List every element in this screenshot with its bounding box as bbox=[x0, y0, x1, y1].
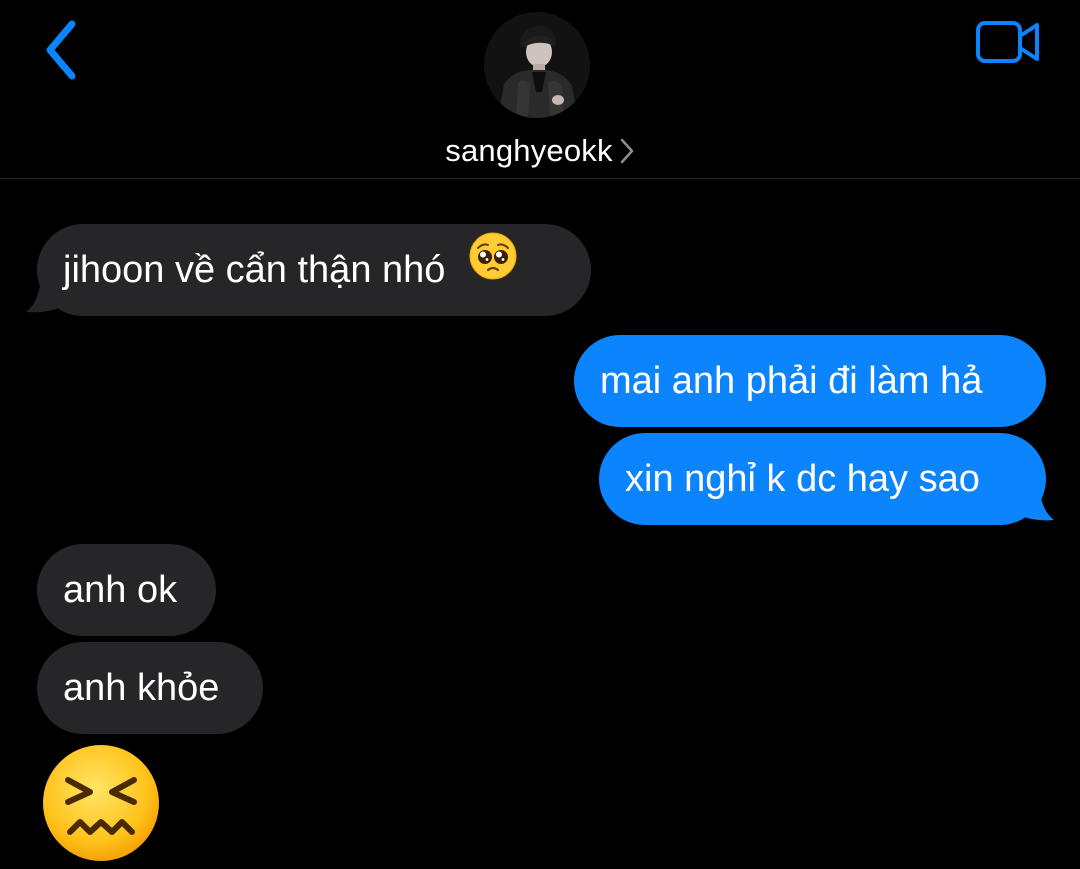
message-bubble-incoming[interactable]: anh ok bbox=[37, 544, 216, 636]
contact-name: sanghyeokk bbox=[445, 133, 613, 168]
video-camera-icon bbox=[976, 21, 1039, 63]
profile-photo bbox=[484, 12, 590, 118]
message-text: jihoon về cẩn thận nhó bbox=[63, 249, 446, 291]
message-bubble-outgoing[interactable]: xin nghỉ k dc hay sao bbox=[599, 433, 1046, 525]
chevron-right-icon bbox=[619, 137, 635, 165]
back-button[interactable] bbox=[30, 14, 90, 86]
message-bubble-outgoing[interactable]: mai anh phải đi làm hả bbox=[574, 335, 1046, 427]
video-call-button[interactable] bbox=[968, 14, 1048, 70]
message-bubble-incoming[interactable]: anh khỏe bbox=[37, 642, 263, 734]
chat-header: sanghyeokk bbox=[0, 0, 1080, 179]
message-text: xin nghỉ k dc hay sao bbox=[625, 458, 980, 500]
message-text: anh ok bbox=[63, 569, 178, 611]
message-text: anh khỏe bbox=[63, 667, 220, 709]
contact-name-button[interactable]: sanghyeokk bbox=[0, 128, 1080, 174]
chevron-left-icon bbox=[46, 20, 76, 80]
message-text: mai anh phải đi làm hả bbox=[600, 360, 983, 402]
message-bubble-incoming[interactable]: jihoon về cẩn thận nhó bbox=[37, 224, 591, 316]
avatar[interactable] bbox=[484, 12, 590, 118]
emoji-message[interactable] bbox=[40, 742, 162, 864]
confounded-face-emoji bbox=[43, 745, 159, 861]
pleading-face-emoji bbox=[468, 223, 518, 315]
